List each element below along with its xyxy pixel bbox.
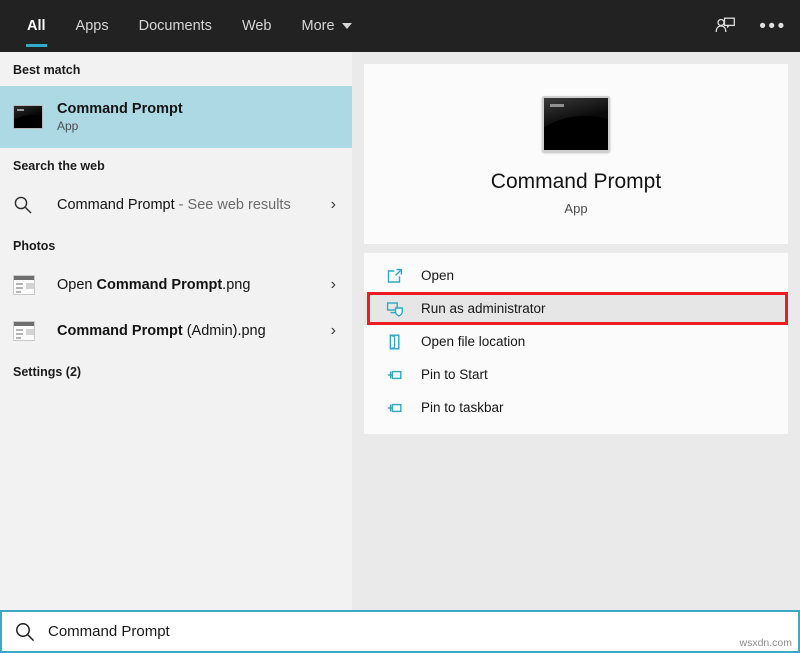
action-run-as-administrator[interactable]: Run as administrator — [364, 292, 788, 325]
tab-documents-label: Documents — [139, 18, 212, 34]
photo-2-text: Command Prompt (Admin).png — [45, 323, 331, 339]
action-pin-to-start-label: Pin to Start — [406, 367, 488, 382]
action-pin-to-start[interactable]: Pin to Start — [364, 358, 788, 391]
watermark: wsxdn.com — [739, 637, 792, 649]
action-open-label: Open — [406, 268, 454, 283]
action-open[interactable]: Open — [364, 259, 788, 292]
command-prompt-icon — [13, 105, 45, 129]
search-icon — [13, 195, 45, 215]
tab-list: All Apps Documents Web More — [0, 0, 367, 52]
photo-2-bold: Command Prompt — [57, 323, 183, 339]
search-input[interactable]: Command Prompt — [48, 623, 798, 640]
tab-all-label: All — [27, 18, 46, 34]
section-header-search-the-web: Search the web — [0, 148, 352, 182]
photo-1-prefix: Open — [57, 277, 97, 293]
section-header-settings: Settings (2) — [0, 354, 352, 388]
action-open-file-location-label: Open file location — [406, 334, 525, 349]
tab-all[interactable]: All — [12, 0, 61, 52]
photo-1-bold: Command Prompt — [97, 277, 223, 293]
best-match-text: Command Prompt App — [45, 101, 342, 133]
windows-search-overlay: All Apps Documents Web More — [0, 0, 800, 653]
topbar-actions: ••• — [712, 0, 786, 52]
tab-documents[interactable]: Documents — [124, 0, 227, 52]
action-open-file-location[interactable]: Open file location — [364, 325, 788, 358]
web-search-title: Command Prompt - See web results — [57, 197, 331, 213]
result-best-match-command-prompt[interactable]: Command Prompt App — [0, 86, 352, 148]
tab-more[interactable]: More — [287, 0, 367, 52]
section-header-photos: Photos — [0, 228, 352, 262]
app-name: Command Prompt — [491, 170, 661, 194]
search-filter-tabbar: All Apps Documents Web More — [0, 0, 800, 52]
photo-1-suffix: .png — [222, 277, 250, 293]
taskbar-search-box[interactable]: Command Prompt wsxdn.com — [0, 610, 800, 653]
web-search-text: Command Prompt - See web results — [45, 197, 331, 213]
action-run-as-administrator-label: Run as administrator — [406, 301, 546, 316]
app-type: App — [564, 201, 587, 216]
chevron-right-icon[interactable]: › — [331, 196, 342, 214]
action-pin-to-taskbar-label: Pin to taskbar — [406, 400, 504, 415]
result-photo-2[interactable]: Command Prompt (Admin).png › — [0, 308, 352, 354]
web-search-suffix: - See web results — [175, 197, 291, 213]
photo-2-title: Command Prompt (Admin).png — [57, 323, 331, 339]
result-web-search[interactable]: Command Prompt - See web results › — [0, 182, 352, 228]
ellipsis-icon[interactable]: ••• — [760, 13, 786, 39]
chevron-right-icon[interactable]: › — [331, 322, 342, 340]
photo-1-text: Open Command Prompt.png — [45, 277, 331, 293]
image-file-icon — [13, 321, 45, 341]
pin-icon — [384, 364, 406, 386]
person-feedback-icon[interactable] — [712, 13, 738, 39]
result-photo-1[interactable]: Open Command Prompt.png › — [0, 262, 352, 308]
tab-apps[interactable]: Apps — [61, 0, 124, 52]
chevron-right-icon[interactable]: › — [331, 276, 342, 294]
search-results-panel: Best match Command Prompt App Search the… — [0, 52, 352, 610]
best-match-title: Command Prompt — [57, 101, 342, 117]
tab-more-label: More — [302, 18, 335, 34]
photo-1-title: Open Command Prompt.png — [57, 277, 331, 293]
chevron-down-icon — [342, 23, 352, 29]
web-search-query: Command Prompt — [57, 197, 175, 213]
search-icon — [2, 621, 48, 643]
app-actions-card: Open Run as administrator — [364, 253, 788, 434]
tab-web-label: Web — [242, 18, 272, 34]
section-header-best-match: Best match — [0, 52, 352, 86]
tab-web[interactable]: Web — [227, 0, 287, 52]
command-prompt-icon — [542, 96, 610, 152]
app-preview-card: Command Prompt App — [364, 64, 788, 244]
open-external-icon — [384, 265, 406, 287]
best-match-subtitle: App — [57, 119, 342, 133]
ellipsis-glyph: ••• — [759, 17, 786, 36]
app-preview-panel: Command Prompt App Open — [352, 52, 800, 610]
tab-apps-label: Apps — [76, 18, 109, 34]
action-pin-to-taskbar[interactable]: Pin to taskbar — [364, 391, 788, 424]
pin-icon — [384, 397, 406, 419]
shield-admin-icon — [384, 298, 406, 320]
folder-open-icon — [384, 331, 406, 353]
photo-2-suffix: (Admin).png — [183, 323, 266, 339]
image-file-icon — [13, 275, 45, 295]
